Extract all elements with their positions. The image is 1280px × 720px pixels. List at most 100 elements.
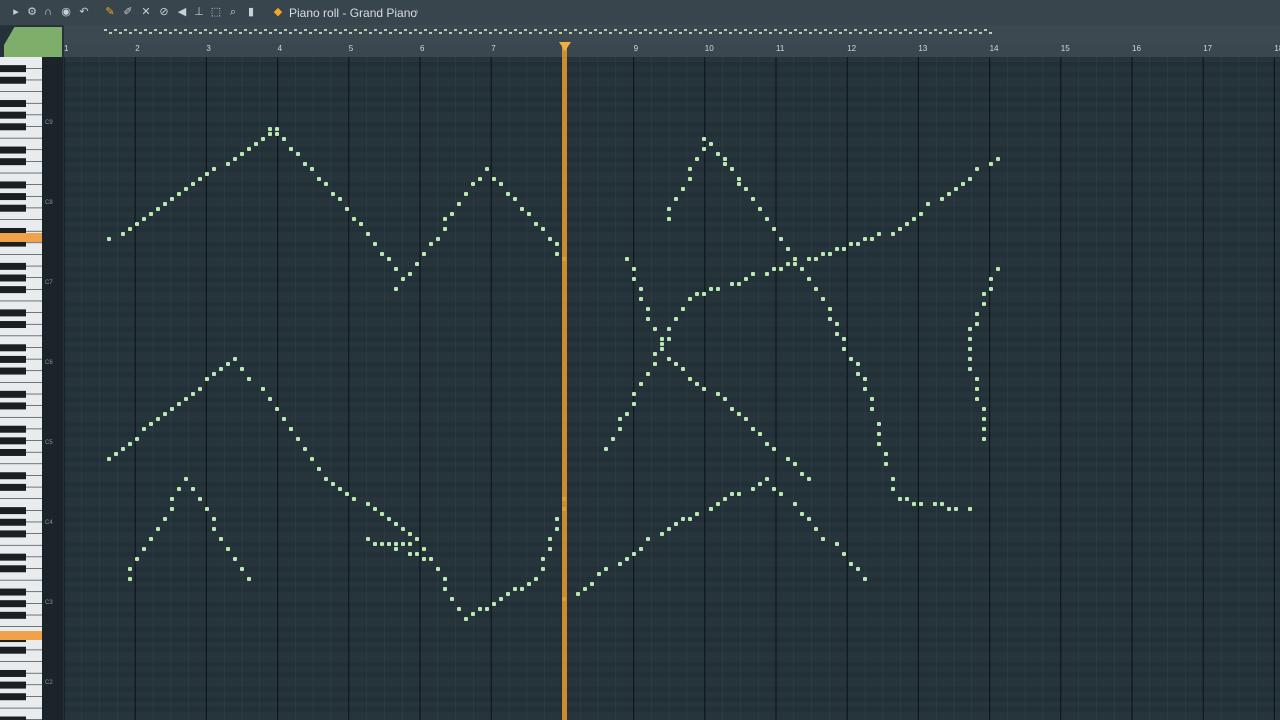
note[interactable] <box>107 457 111 461</box>
note[interactable] <box>282 417 286 421</box>
note[interactable] <box>128 567 132 571</box>
note[interactable] <box>226 362 230 366</box>
note[interactable] <box>156 417 160 421</box>
note[interactable] <box>835 247 839 251</box>
note[interactable] <box>996 267 1000 271</box>
note[interactable] <box>198 387 202 391</box>
black-key[interactable] <box>0 390 26 398</box>
black-key[interactable] <box>0 518 26 526</box>
note[interactable] <box>380 512 384 516</box>
note[interactable] <box>842 347 846 351</box>
note[interactable] <box>821 297 825 301</box>
note[interactable] <box>184 187 188 191</box>
bar-number[interactable]: 16 <box>1132 44 1141 53</box>
note[interactable] <box>807 477 811 481</box>
note[interactable] <box>674 197 678 201</box>
note[interactable] <box>415 262 419 266</box>
note[interactable] <box>877 422 881 426</box>
note[interactable] <box>324 477 328 481</box>
note[interactable] <box>688 177 692 181</box>
note[interactable] <box>688 167 692 171</box>
note[interactable] <box>842 552 846 556</box>
black-key[interactable] <box>0 262 26 270</box>
black-key[interactable] <box>0 611 26 619</box>
note[interactable] <box>296 152 300 156</box>
note[interactable] <box>429 557 433 561</box>
black-key[interactable] <box>0 65 26 73</box>
note[interactable] <box>394 267 398 271</box>
note[interactable] <box>723 157 727 161</box>
note[interactable] <box>856 567 860 571</box>
note[interactable] <box>163 202 167 206</box>
note[interactable] <box>982 292 986 296</box>
note[interactable] <box>800 472 804 476</box>
note[interactable] <box>506 192 510 196</box>
note[interactable] <box>730 282 734 286</box>
note[interactable] <box>590 582 594 586</box>
note[interactable] <box>842 337 846 341</box>
note[interactable] <box>219 537 223 541</box>
note[interactable] <box>394 547 398 551</box>
note[interactable] <box>478 177 482 181</box>
note[interactable] <box>338 197 342 201</box>
note[interactable] <box>870 237 874 241</box>
note[interactable] <box>856 372 860 376</box>
select-icon[interactable]: ⬚ <box>210 6 222 18</box>
bar-number[interactable]: 13 <box>918 44 927 53</box>
note[interactable] <box>765 272 769 276</box>
note[interactable] <box>940 502 944 506</box>
note[interactable] <box>639 547 643 551</box>
bar-number[interactable]: 5 <box>349 44 353 53</box>
note[interactable] <box>863 387 867 391</box>
note[interactable] <box>443 227 447 231</box>
mute-icon[interactable]: ⊘ <box>158 6 170 18</box>
note[interactable] <box>688 517 692 521</box>
note[interactable] <box>492 177 496 181</box>
note[interactable] <box>240 367 244 371</box>
note[interactable] <box>583 587 587 591</box>
note[interactable] <box>982 407 986 411</box>
note[interactable] <box>989 162 993 166</box>
note[interactable] <box>744 277 748 281</box>
note[interactable] <box>730 407 734 411</box>
note[interactable] <box>933 502 937 506</box>
note[interactable] <box>779 237 783 241</box>
black-key[interactable] <box>0 437 26 445</box>
note[interactable] <box>247 147 251 151</box>
note[interactable] <box>975 397 979 401</box>
note[interactable] <box>898 227 902 231</box>
menu-arrow-icon[interactable]: ▸ <box>10 6 22 18</box>
bar-number[interactable]: 3 <box>206 44 210 53</box>
note[interactable] <box>303 162 307 166</box>
note[interactable] <box>716 287 720 291</box>
note[interactable] <box>758 432 762 436</box>
note[interactable] <box>961 182 965 186</box>
black-key[interactable] <box>0 286 26 294</box>
note[interactable] <box>513 587 517 591</box>
note[interactable] <box>723 397 727 401</box>
bar-number[interactable]: 17 <box>1203 44 1212 53</box>
note[interactable] <box>751 487 755 491</box>
note[interactable] <box>912 502 916 506</box>
note[interactable] <box>765 217 769 221</box>
note[interactable] <box>674 522 678 526</box>
note[interactable] <box>170 197 174 201</box>
note[interactable] <box>527 212 531 216</box>
note[interactable] <box>317 467 321 471</box>
note[interactable] <box>863 377 867 381</box>
black-key[interactable] <box>0 716 26 720</box>
note[interactable] <box>618 562 622 566</box>
note[interactable] <box>233 157 237 161</box>
note[interactable] <box>499 597 503 601</box>
note[interactable] <box>163 412 167 416</box>
black-key[interactable] <box>0 681 26 689</box>
note[interactable] <box>338 487 342 491</box>
note[interactable] <box>156 527 160 531</box>
note[interactable] <box>506 592 510 596</box>
black-key[interactable] <box>0 111 26 119</box>
note[interactable] <box>660 342 664 346</box>
note[interactable] <box>247 377 251 381</box>
note[interactable] <box>170 407 174 411</box>
note[interactable] <box>653 327 657 331</box>
note[interactable] <box>646 317 650 321</box>
